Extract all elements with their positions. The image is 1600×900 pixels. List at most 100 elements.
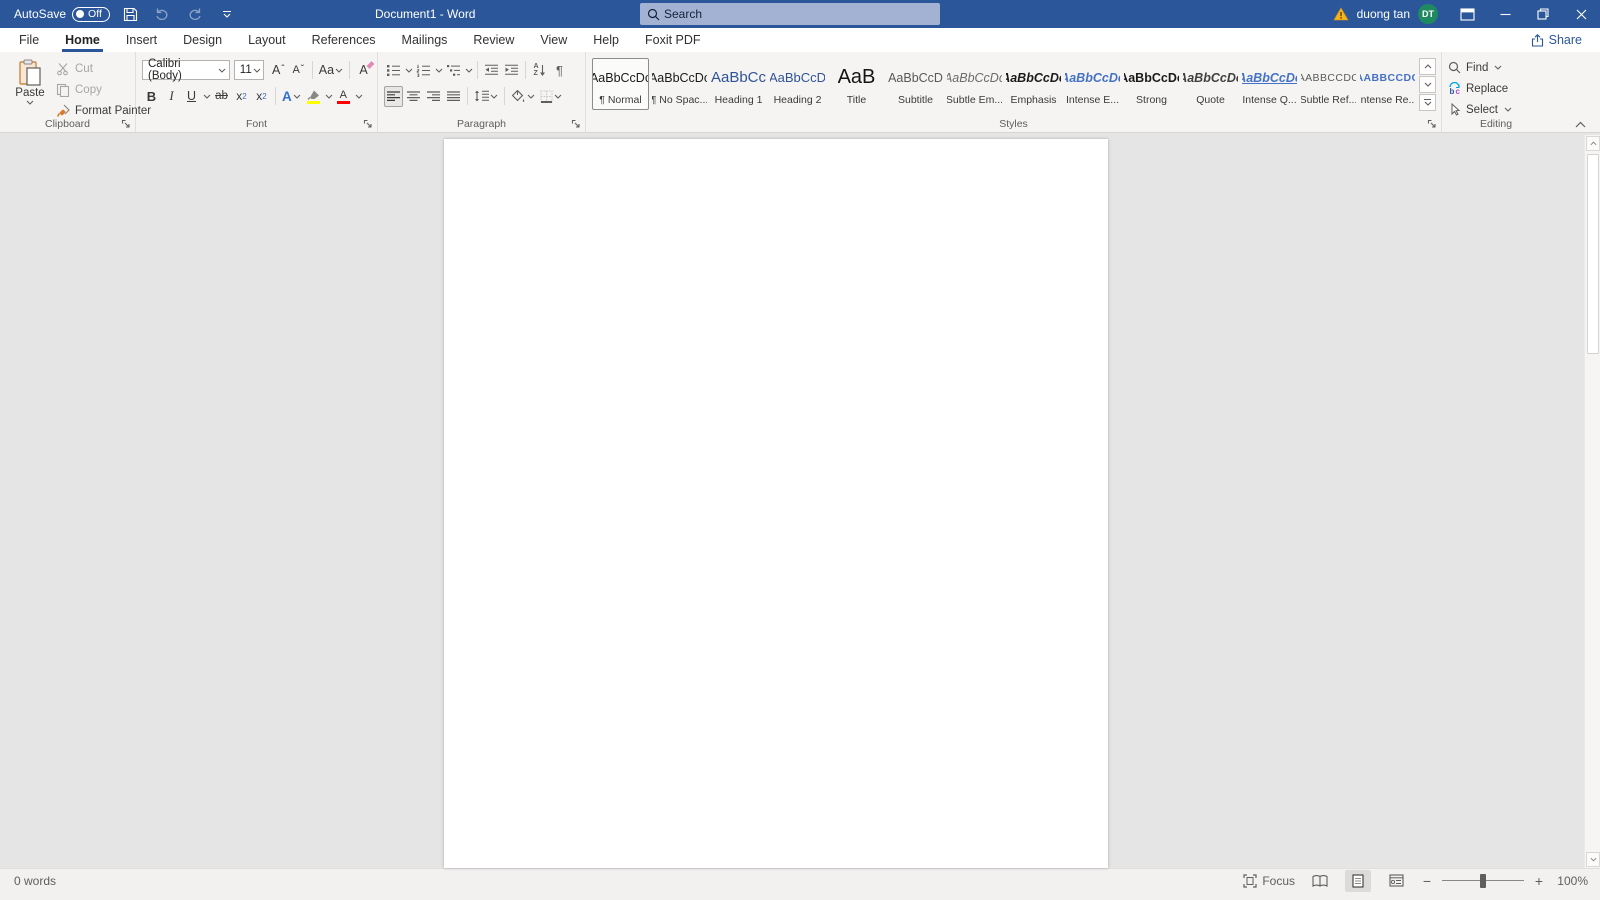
tab-foxit-pdf[interactable]: Foxit PDF	[632, 28, 714, 52]
document-page[interactable]	[444, 139, 1108, 868]
save-button[interactable]	[120, 2, 142, 26]
autosave-toggle[interactable]: Off	[72, 7, 110, 22]
align-center-button[interactable]	[404, 86, 423, 107]
style-subtitle[interactable]: AaBbCcDSubtitle	[887, 58, 944, 110]
quick-access-toolbar-button[interactable]	[216, 2, 238, 26]
close-button[interactable]	[1562, 0, 1600, 28]
tab-review[interactable]: Review	[460, 28, 527, 52]
style-heading-1[interactable]: AaBbCcHeading 1	[710, 58, 767, 110]
style-intense-e[interactable]: AaBbCcDcIntense E...	[1064, 58, 1121, 110]
word-count[interactable]: 0 words	[14, 874, 56, 888]
font-size-combobox[interactable]: 11	[234, 60, 264, 80]
font-name-combobox[interactable]: Calibri (Body)	[142, 60, 230, 80]
decrease-indent-button[interactable]	[482, 60, 501, 81]
tab-help[interactable]: Help	[580, 28, 632, 52]
tab-home[interactable]: Home	[52, 28, 113, 52]
tab-view[interactable]: View	[527, 28, 580, 52]
redo-button[interactable]	[184, 2, 206, 26]
bullets-button[interactable]	[384, 60, 403, 81]
line-spacing-button[interactable]	[472, 86, 500, 107]
style-normal[interactable]: AaBbCcDc¶ Normal	[592, 58, 649, 110]
find-button[interactable]: Find	[1448, 58, 1546, 77]
avatar[interactable]: DT	[1418, 4, 1438, 24]
ribbon-display-options-button[interactable]	[1448, 0, 1486, 28]
align-left-button[interactable]	[384, 86, 403, 107]
tab-file[interactable]: File	[6, 28, 52, 52]
paste-button[interactable]: Paste	[8, 59, 52, 105]
zoom-level[interactable]: 100%	[1554, 874, 1588, 888]
style-intense-q[interactable]: AaBbCcDcIntense Q...	[1241, 58, 1298, 110]
underline-dropdown-icon[interactable]	[203, 94, 211, 99]
style-subtle-em[interactable]: AaBbCcDcSubtle Em...	[946, 58, 1003, 110]
tab-insert[interactable]: Insert	[113, 28, 170, 52]
scrollbar-thumb[interactable]	[1587, 154, 1599, 354]
zoom-out-button[interactable]: −	[1421, 873, 1433, 889]
multilevel-dropdown-icon[interactable]	[465, 68, 473, 73]
collapse-ribbon-button[interactable]	[1575, 121, 1586, 128]
justify-button[interactable]	[444, 86, 463, 107]
print-layout-button[interactable]	[1345, 870, 1371, 892]
multilevel-list-button[interactable]	[444, 60, 463, 81]
style-heading-2[interactable]: AaBbCcDHeading 2	[769, 58, 826, 110]
autosave-control[interactable]: AutoSave Off	[14, 7, 110, 22]
shading-button[interactable]	[509, 86, 537, 107]
subscript-button[interactable]: x2	[232, 86, 251, 107]
increase-indent-button[interactable]	[502, 60, 521, 81]
italic-button[interactable]: I	[162, 86, 181, 107]
style-emphasis[interactable]: AaBbCcDcEmphasis	[1005, 58, 1062, 110]
numbering-dropdown-icon[interactable]	[435, 68, 443, 73]
zoom-in-button[interactable]: +	[1533, 873, 1545, 889]
highlight-dropdown-icon[interactable]	[325, 94, 333, 99]
font-color-bar	[337, 101, 350, 104]
web-layout-button[interactable]	[1383, 870, 1409, 892]
font-color-dropdown-icon[interactable]	[355, 94, 363, 99]
tab-layout[interactable]: Layout	[235, 28, 299, 52]
style-title[interactable]: AaBTitle	[828, 58, 885, 110]
bold-button[interactable]: B	[142, 86, 161, 107]
warning-icon[interactable]	[1333, 7, 1349, 21]
style-intense-re[interactable]: AABBCCDCIntense Re...	[1359, 58, 1416, 110]
minimize-button[interactable]	[1486, 0, 1524, 28]
underline-button[interactable]: U	[182, 86, 201, 107]
undo-button[interactable]	[152, 2, 174, 26]
grow-font-button[interactable]: Aˆ	[269, 60, 288, 81]
style-strong[interactable]: AaBbCcDcStrong	[1123, 58, 1180, 110]
vertical-scrollbar[interactable]	[1584, 135, 1600, 868]
tab-references[interactable]: References	[299, 28, 389, 52]
style-subtle-ref[interactable]: AABBCCDCSubtle Ref...	[1300, 58, 1357, 110]
share-button[interactable]: Share	[1523, 30, 1590, 50]
tab-design[interactable]: Design	[170, 28, 235, 52]
zoom-slider[interactable]	[1442, 874, 1524, 888]
borders-button[interactable]	[538, 86, 564, 107]
gallery-more-button[interactable]	[1419, 94, 1436, 111]
zoom-slider-thumb[interactable]	[1480, 874, 1486, 888]
strikethrough-button[interactable]: ab	[212, 86, 231, 107]
account-user-name[interactable]: duong tan	[1357, 7, 1410, 21]
read-mode-button[interactable]	[1307, 870, 1333, 892]
scrollbar-down-button[interactable]	[1586, 852, 1600, 867]
superscript-button[interactable]: x2	[252, 86, 271, 107]
tab-mailings[interactable]: Mailings	[389, 28, 461, 52]
change-case-button[interactable]: Aa	[317, 60, 345, 81]
style-no-spac[interactable]: AaBbCcDc¶ No Spac...	[651, 58, 708, 110]
replace-button[interactable]: b c Replace	[1448, 79, 1546, 98]
font-color-button[interactable]: A	[334, 86, 353, 107]
text-effects-button[interactable]: A	[280, 86, 303, 107]
gallery-scroll-down-button[interactable]	[1419, 76, 1436, 93]
style-quote[interactable]: AaBbCcDcQuote	[1182, 58, 1239, 110]
select-button[interactable]: Select	[1448, 100, 1546, 119]
numbering-button[interactable]	[414, 60, 433, 81]
share-icon	[1531, 34, 1544, 47]
focus-mode-button[interactable]: Focus	[1243, 874, 1295, 888]
scrollbar-up-button[interactable]	[1586, 136, 1600, 151]
search-box[interactable]: Search	[640, 3, 940, 25]
gallery-scroll-up-button[interactable]	[1419, 58, 1436, 75]
align-right-button[interactable]	[424, 86, 443, 107]
restore-button[interactable]	[1524, 0, 1562, 28]
shrink-font-button[interactable]: Aˇ	[289, 60, 308, 81]
highlight-button[interactable]	[304, 86, 323, 107]
clear-formatting-button[interactable]: A	[354, 60, 373, 81]
sort-button[interactable]: AZ	[530, 60, 549, 81]
show-hide-formatting-button[interactable]: ¶	[550, 60, 569, 81]
bullets-dropdown-icon[interactable]	[405, 68, 413, 73]
